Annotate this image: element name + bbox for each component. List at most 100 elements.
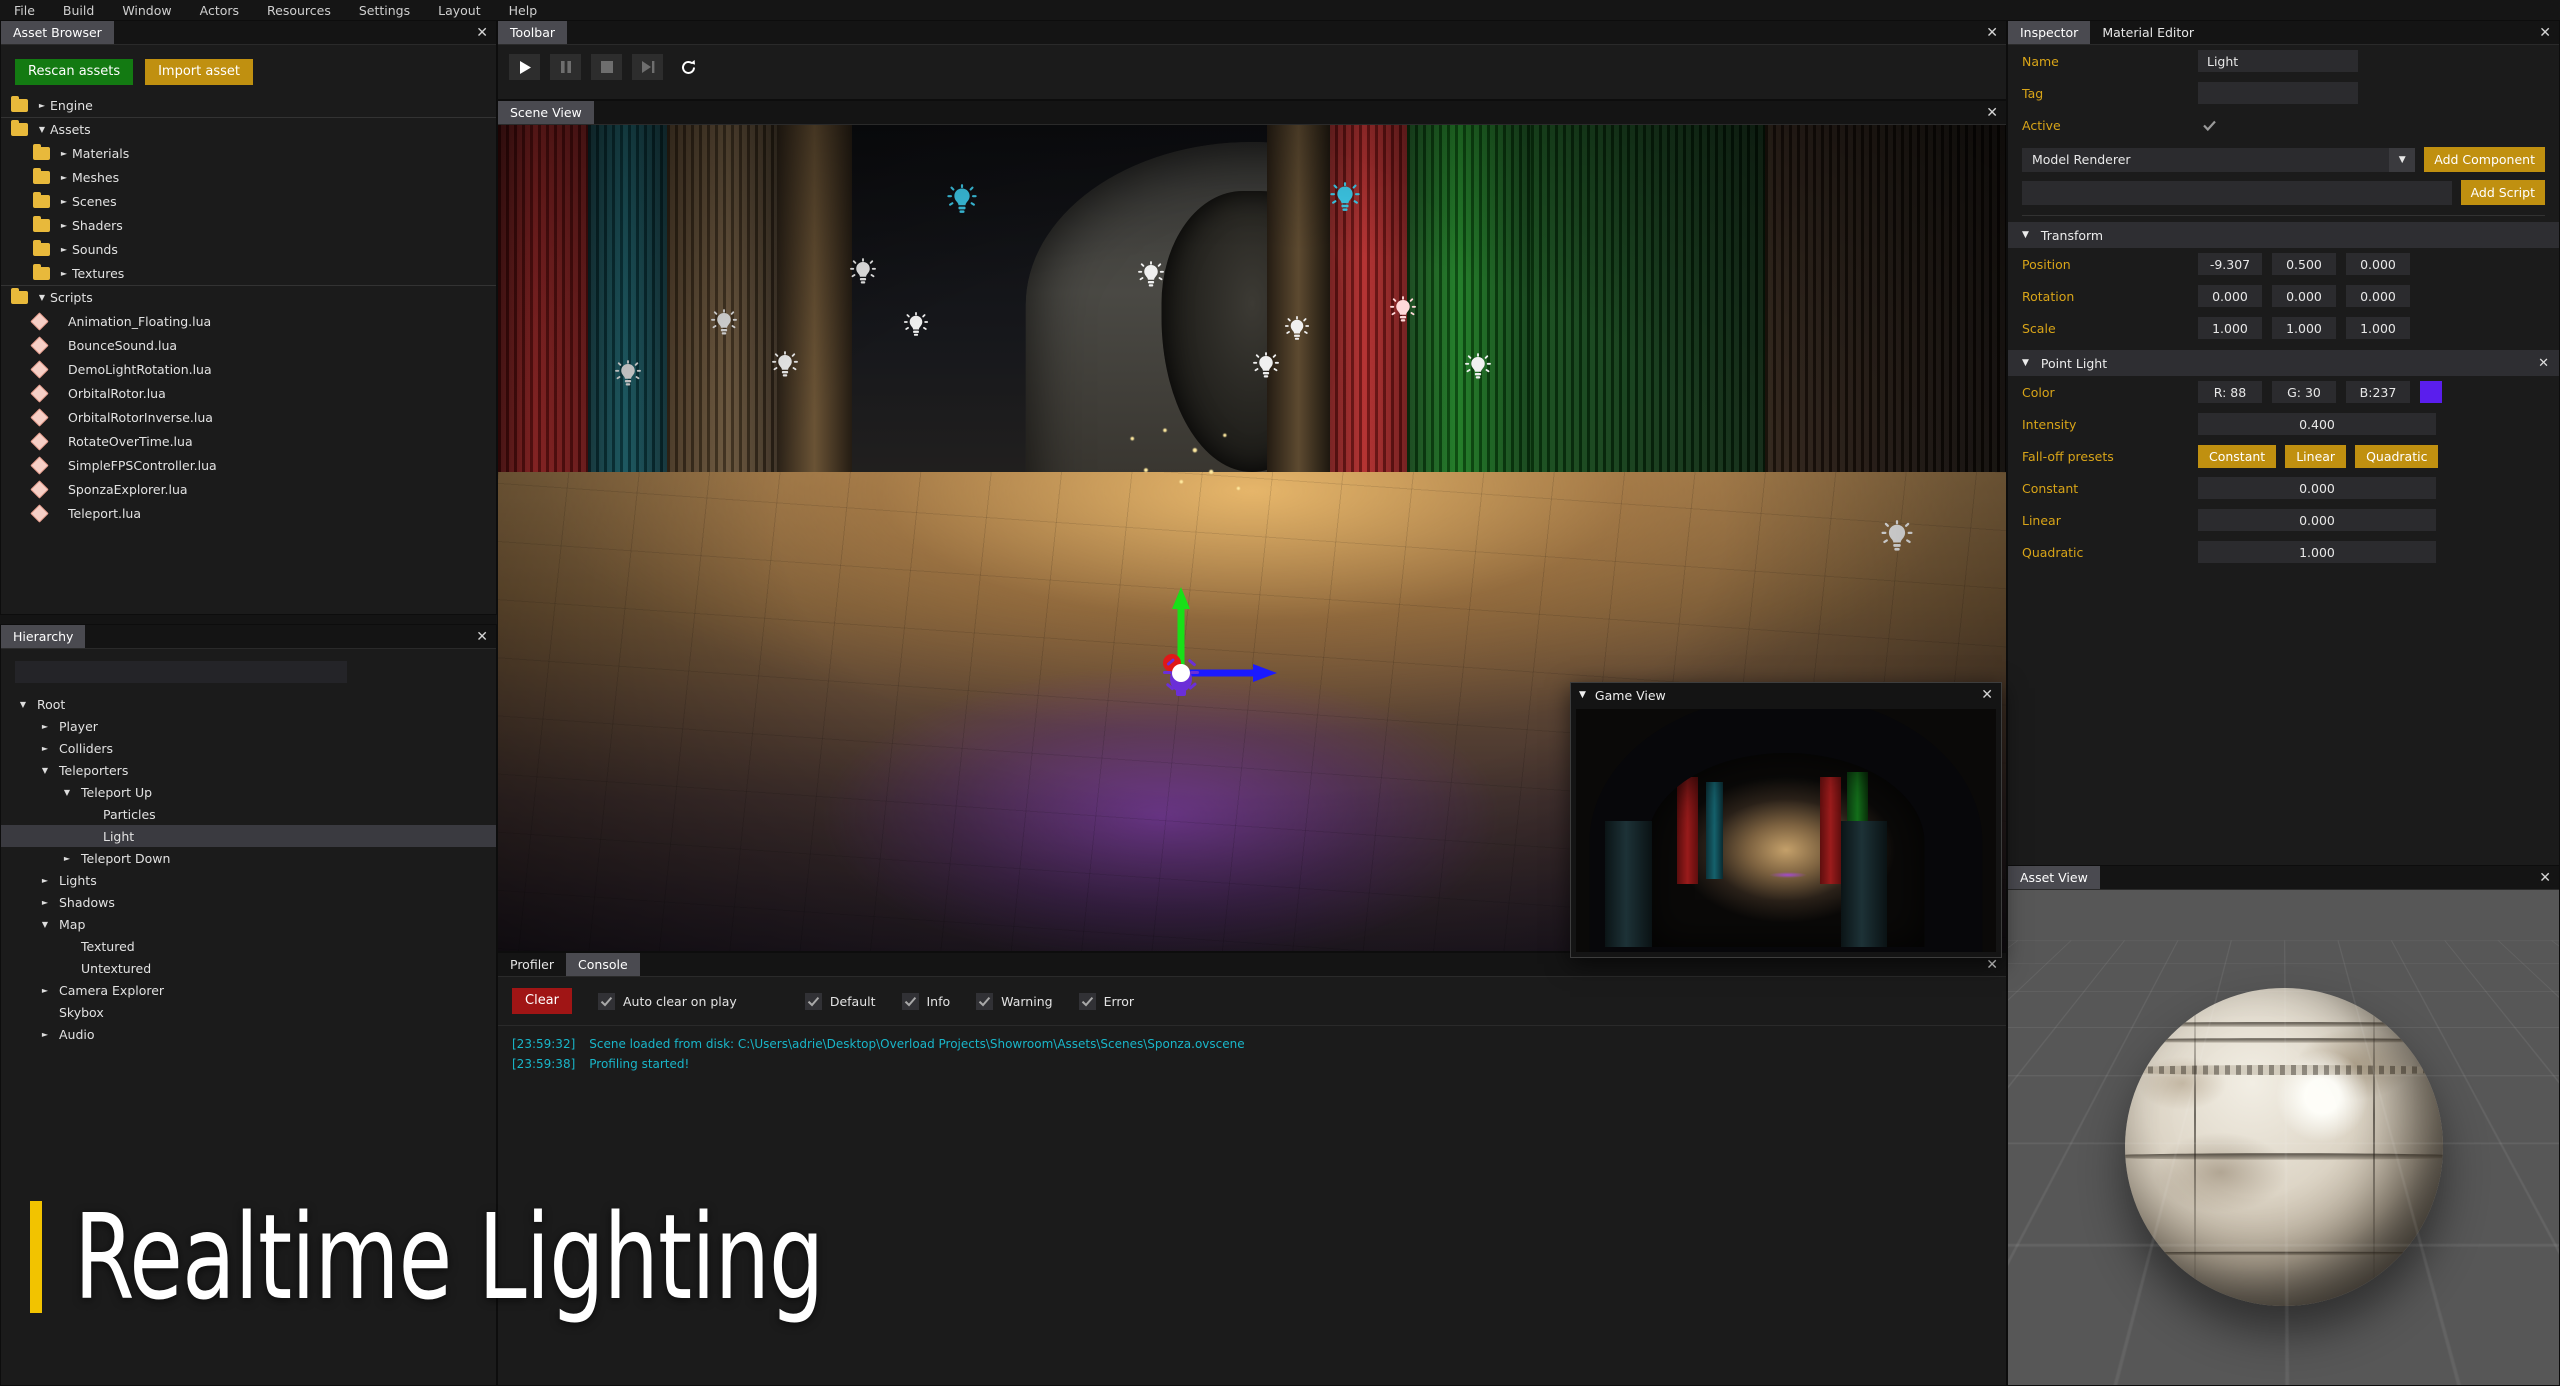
asset-folder-item[interactable]: ► Textures	[1, 261, 496, 285]
chevron-down-icon[interactable]: ▼	[59, 788, 75, 797]
console-filter-default[interactable]: Default	[804, 992, 876, 1010]
tab-hierarchy[interactable]: Hierarchy	[1, 625, 86, 648]
point-light-section-header[interactable]: ▼ Point Light ✕	[2008, 350, 2559, 376]
transform-rotation-x-field[interactable]: 0.000	[2198, 285, 2262, 307]
chevron-right-icon[interactable]: ►	[56, 269, 72, 278]
tab-console[interactable]: Console	[566, 953, 640, 976]
translate-gizmo[interactable]	[1151, 583, 1281, 707]
hierarchy-node-root[interactable]: ▼ Root	[1, 693, 496, 715]
falloff-preset-constant-button[interactable]: Constant	[2198, 444, 2277, 468]
hierarchy-node-textured[interactable]: ►Textured	[1, 935, 496, 957]
hierarchy-node-particles[interactable]: ►Particles	[1, 803, 496, 825]
menu-item-build[interactable]: Build	[63, 3, 94, 18]
hierarchy-search-input[interactable]	[15, 661, 347, 683]
asset-folder-item[interactable]: ▼ Assets	[1, 117, 496, 141]
transform-position-x-field[interactable]: -9.307	[2198, 253, 2262, 275]
asset-folder-item[interactable]: ► Shaders	[1, 213, 496, 237]
asset-script-item[interactable]: ►OrbitalRotor.lua	[1, 381, 496, 405]
console-filter-auto-clear-on-play[interactable]: Auto clear on play	[598, 992, 737, 1010]
linear-field[interactable]: 0.000	[2198, 509, 2436, 531]
falloff-preset-linear-button[interactable]: Linear	[2285, 444, 2347, 468]
refresh-button[interactable]	[673, 54, 704, 80]
hierarchy-node-shadows[interactable]: ► Shadows	[1, 891, 496, 913]
tab-asset-browser[interactable]: Asset Browser	[1, 21, 114, 44]
asset-folder-item[interactable]: ► Meshes	[1, 165, 496, 189]
name-field[interactable]: Light	[2198, 50, 2358, 72]
asset-script-item[interactable]: ►OrbitalRotorInverse.lua	[1, 405, 496, 429]
chevron-down-icon[interactable]: ▼	[1579, 690, 1586, 700]
menu-item-window[interactable]: Window	[122, 3, 171, 18]
asset-script-item[interactable]: ►SponzaExplorer.lua	[1, 477, 496, 501]
import-asset-button[interactable]: Import asset	[145, 59, 253, 86]
chevron-down-icon[interactable]: ▼	[37, 766, 53, 775]
transform-section-header[interactable]: ▼ Transform	[2008, 222, 2559, 248]
color-r-field[interactable]: R: 88	[2198, 381, 2262, 403]
chevron-right-icon[interactable]: ►	[37, 876, 53, 885]
transform-scale-z-field[interactable]: 1.000	[2346, 317, 2410, 339]
active-checkbox[interactable]	[2198, 114, 2220, 136]
play-button[interactable]	[509, 54, 540, 80]
chevron-right-icon[interactable]: ►	[37, 898, 53, 907]
asset-folder-item[interactable]: ► Sounds	[1, 237, 496, 261]
script-path-field[interactable]	[2022, 180, 2452, 205]
close-icon[interactable]: ✕	[2538, 356, 2549, 371]
transform-rotation-y-field[interactable]: 0.000	[2272, 285, 2336, 307]
hierarchy-node-colliders[interactable]: ► Colliders	[1, 737, 496, 759]
transform-scale-y-field[interactable]: 1.000	[2272, 317, 2336, 339]
stop-button[interactable]	[591, 54, 622, 80]
chevron-right-icon[interactable]: ►	[34, 101, 50, 110]
color-g-field[interactable]: G: 30	[2272, 381, 2336, 403]
hierarchy-node-untextured[interactable]: ►Untextured	[1, 957, 496, 979]
asset-folder-item[interactable]: ▼ Scripts	[1, 285, 496, 309]
chevron-right-icon[interactable]: ►	[56, 149, 72, 158]
console-filter-info[interactable]: Info	[901, 992, 950, 1010]
console-filter-warning[interactable]: Warning	[976, 992, 1053, 1010]
falloff-preset-quadratic-button[interactable]: Quadratic	[2355, 444, 2439, 468]
chevron-right-icon[interactable]: ►	[37, 986, 53, 995]
tab-toolbar[interactable]: Toolbar	[498, 21, 568, 44]
game-viewport[interactable]	[1576, 709, 1996, 952]
chevron-right-icon[interactable]: ►	[56, 221, 72, 230]
tab-asset-view[interactable]: Asset View	[2008, 866, 2100, 889]
hierarchy-node-lights[interactable]: ► Lights	[1, 869, 496, 891]
transform-scale-x-field[interactable]: 1.000	[2198, 317, 2262, 339]
hierarchy-node-teleporters[interactable]: ▼ Teleporters	[1, 759, 496, 781]
checkbox-icon[interactable]	[1078, 992, 1096, 1010]
menu-item-settings[interactable]: Settings	[359, 3, 410, 18]
add-component-button[interactable]: Add Component	[2424, 147, 2545, 172]
tab-scene-view[interactable]: Scene View	[498, 101, 594, 124]
chevron-down-icon[interactable]: ▼	[15, 700, 31, 709]
add-script-button[interactable]: Add Script	[2460, 180, 2545, 205]
intensity-field[interactable]: 0.400	[2198, 413, 2436, 435]
hierarchy-node-map[interactable]: ▼ Map	[1, 913, 496, 935]
color-swatch[interactable]	[2420, 381, 2442, 403]
tag-field[interactable]	[2198, 82, 2358, 104]
chevron-down-icon[interactable]: ▼	[2389, 147, 2416, 172]
chevron-right-icon[interactable]: ►	[56, 245, 72, 254]
transform-rotation-z-field[interactable]: 0.000	[2346, 285, 2410, 307]
asset-script-item[interactable]: ►DemoLightRotation.lua	[1, 357, 496, 381]
asset-preview-viewport[interactable]	[2008, 890, 2559, 1385]
rescan-assets-button[interactable]: Rescan assets	[15, 59, 134, 86]
asset-script-item[interactable]: ►Animation_Floating.lua	[1, 309, 496, 333]
chevron-down-icon[interactable]: ▼	[34, 293, 50, 302]
asset-folder-item[interactable]: ► Scenes	[1, 189, 496, 213]
chevron-down-icon[interactable]: ▼	[34, 125, 50, 134]
checkbox-icon[interactable]	[804, 992, 822, 1010]
chevron-right-icon[interactable]: ►	[56, 197, 72, 206]
checkbox-icon[interactable]	[976, 992, 994, 1010]
hierarchy-node-light[interactable]: ►Light	[1, 825, 496, 847]
tab-profiler[interactable]: Profiler	[498, 953, 567, 976]
next-frame-button[interactable]	[632, 54, 663, 80]
tab-inspector[interactable]: Inspector	[2008, 21, 2091, 44]
hierarchy-node-teleport-down[interactable]: ► Teleport Down	[1, 847, 496, 869]
chevron-right-icon[interactable]: ►	[37, 722, 53, 731]
chevron-right-icon[interactable]: ►	[37, 744, 53, 753]
close-icon[interactable]: ✕	[2539, 866, 2551, 890]
close-icon[interactable]: ✕	[1986, 21, 1998, 45]
asset-folder-item[interactable]: ► Engine	[1, 93, 496, 117]
menu-item-actors[interactable]: Actors	[200, 3, 239, 18]
hierarchy-node-player[interactable]: ► Player	[1, 715, 496, 737]
chevron-right-icon[interactable]: ►	[56, 173, 72, 182]
hierarchy-node-skybox[interactable]: ►Skybox	[1, 1001, 496, 1023]
